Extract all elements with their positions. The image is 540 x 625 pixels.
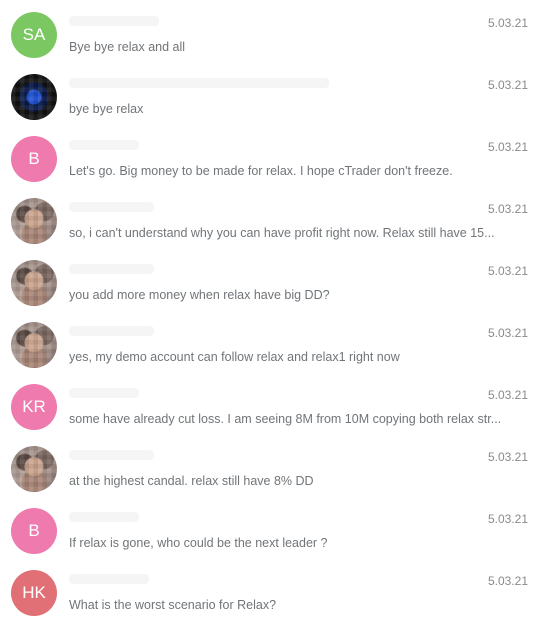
- blurred-sender-name: [69, 78, 329, 88]
- avatar[interactable]: [11, 322, 57, 368]
- message-date: 5.03.21: [487, 202, 528, 216]
- chat-row[interactable]: 5.03.21 you add more money when relax ha…: [0, 248, 540, 310]
- chat-list: SA 5.03.21 Bye bye relax and all 5.03.21…: [0, 0, 540, 625]
- message-date: 5.03.21: [487, 450, 528, 464]
- pixelated-photo: [11, 260, 57, 306]
- message-date: 5.03.21: [487, 264, 528, 278]
- pixelated-photo: [11, 446, 57, 492]
- chat-row[interactable]: B 5.03.21 Let's go. Big money to be made…: [0, 124, 540, 186]
- chat-row[interactable]: B 5.03.21 If relax is gone, who could be…: [0, 496, 540, 558]
- blurred-sender-name: [69, 202, 154, 212]
- message-date: 5.03.21: [487, 140, 528, 154]
- avatar-initials: B: [28, 521, 40, 540]
- avatar[interactable]: B: [11, 136, 57, 182]
- message-date: 5.03.21: [487, 388, 528, 402]
- message-preview: some have already cut loss. I am seeing …: [69, 412, 502, 426]
- avatar[interactable]: [11, 260, 57, 306]
- blurred-sender-name: [69, 388, 139, 398]
- blurred-sender-name: [69, 574, 149, 584]
- message-preview: so, i can't understand why you can have …: [69, 226, 495, 240]
- message-preview: at the highest candal. relax still have …: [69, 474, 314, 488]
- chat-row[interactable]: KR 5.03.21 some have already cut loss. I…: [0, 372, 540, 434]
- message-date: 5.03.21: [487, 512, 528, 526]
- message-date: 5.03.21: [487, 326, 528, 340]
- chat-row[interactable]: 5.03.21 yes, my demo account can follow …: [0, 310, 540, 372]
- chat-row[interactable]: HK 5.03.21 What is the worst scenario fo…: [0, 558, 540, 620]
- avatar-initials: B: [28, 149, 40, 168]
- avatar[interactable]: [11, 446, 57, 492]
- avatar-initials: SA: [22, 25, 46, 44]
- blurred-sender-name: [69, 450, 154, 460]
- pixelated-photo: [11, 198, 57, 244]
- chat-row[interactable]: 5.03.21 bye bye relax: [0, 62, 540, 124]
- pixelated-photo: [11, 322, 57, 368]
- message-date: 5.03.21: [487, 574, 528, 588]
- blurred-sender-name: [69, 264, 154, 274]
- chat-row[interactable]: 5.03.21 at the highest candal. relax sti…: [0, 434, 540, 496]
- blurred-sender-name: [69, 140, 139, 150]
- message-preview: If relax is gone, who could be the next …: [69, 536, 328, 550]
- pixelated-photo: [11, 74, 57, 120]
- blurred-sender-name: [69, 16, 159, 26]
- message-preview: Bye bye relax and all: [69, 40, 186, 54]
- avatar-initials: HK: [22, 583, 46, 602]
- blurred-sender-name: [69, 326, 154, 336]
- message-preview: yes, my demo account can follow relax an…: [69, 350, 400, 364]
- message-preview: What is the worst scenario for Relax?: [69, 598, 277, 612]
- message-date: 5.03.21: [487, 16, 528, 30]
- avatar[interactable]: SA: [11, 12, 57, 58]
- avatar[interactable]: [11, 74, 57, 120]
- avatar[interactable]: [11, 198, 57, 244]
- message-preview: Let's go. Big money to be made for relax…: [69, 164, 453, 178]
- chat-row[interactable]: 5.03.21 so, i can't understand why you c…: [0, 186, 540, 248]
- message-preview: bye bye relax: [69, 102, 144, 116]
- message-date: 5.03.21: [487, 78, 528, 92]
- avatar[interactable]: B: [11, 508, 57, 554]
- blurred-sender-name: [69, 512, 139, 522]
- avatar-initials: KR: [22, 397, 46, 416]
- avatar[interactable]: KR: [11, 384, 57, 430]
- avatar[interactable]: HK: [11, 570, 57, 616]
- chat-row[interactable]: SA 5.03.21 Bye bye relax and all: [0, 0, 540, 62]
- message-preview: you add more money when relax have big D…: [69, 288, 330, 302]
